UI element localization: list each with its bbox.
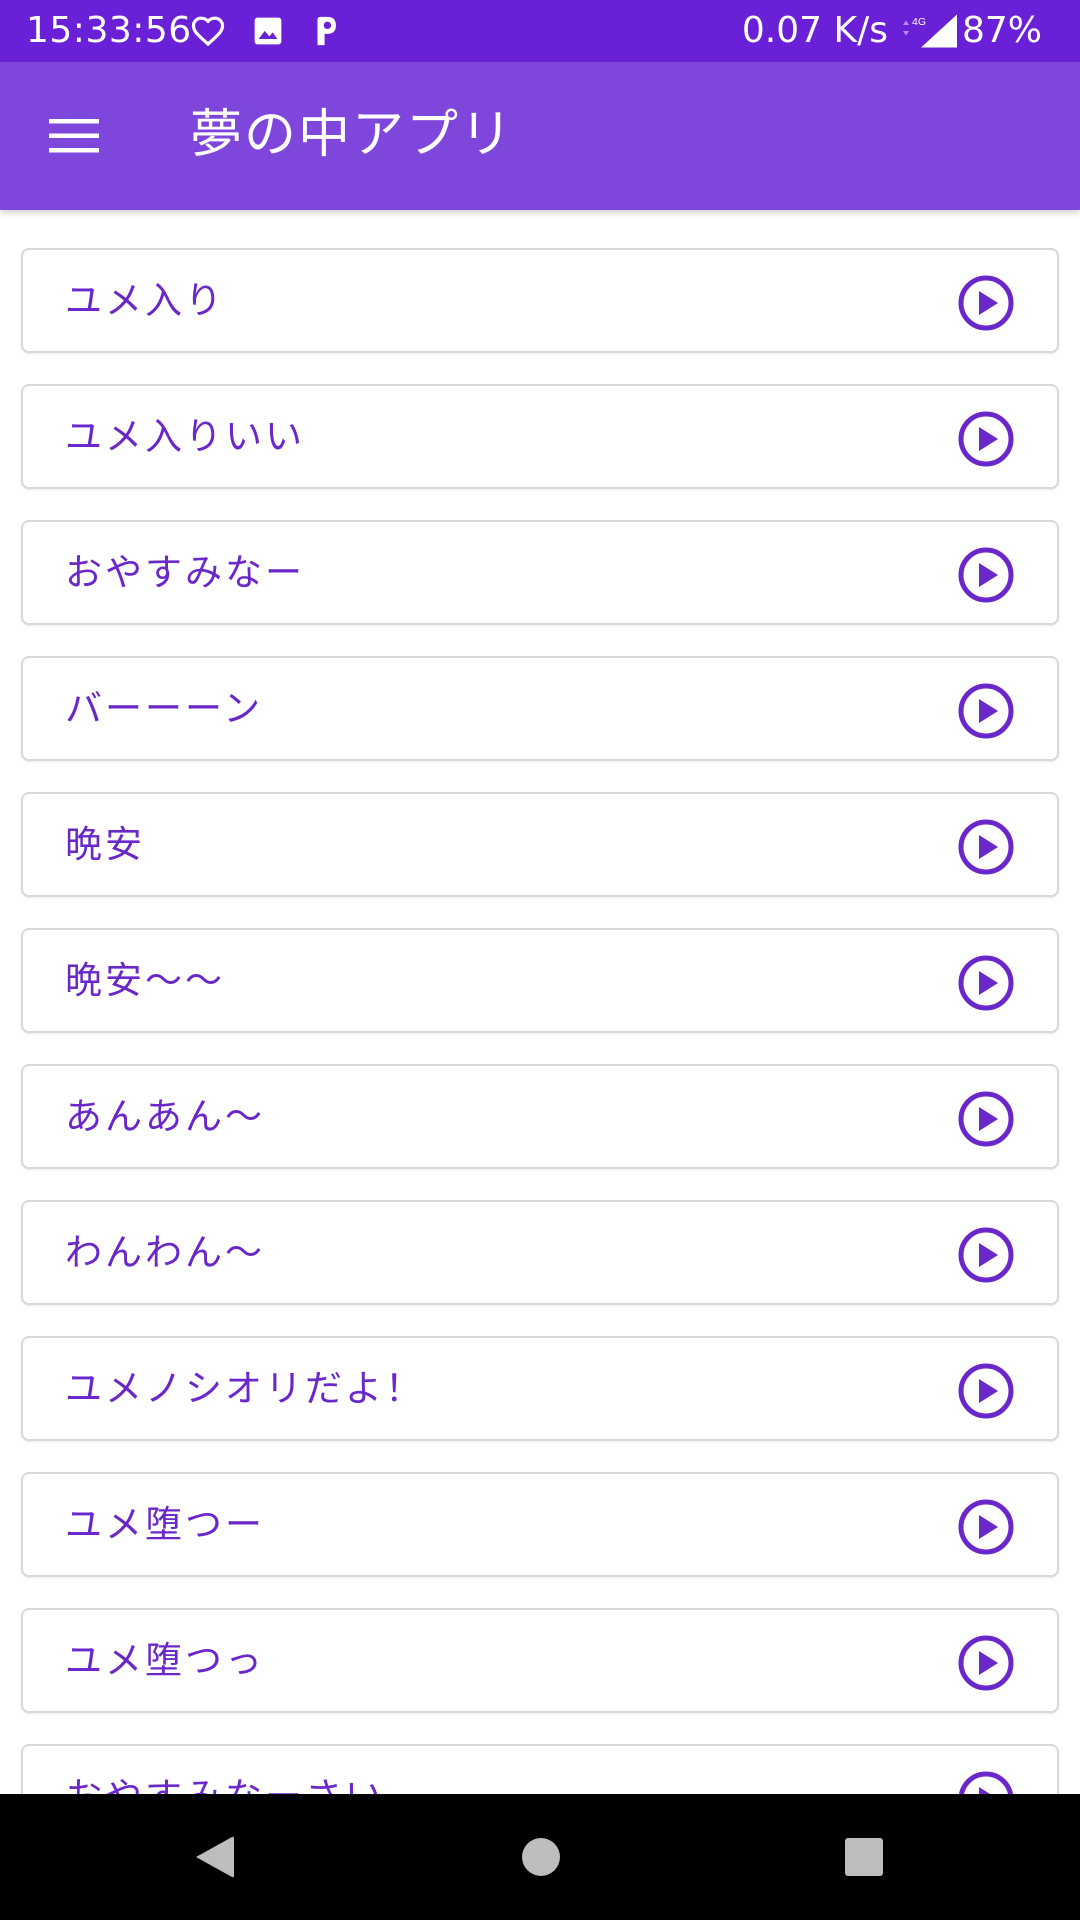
sound-list-item[interactable]: ユメ入りいい (21, 384, 1059, 489)
hamburger-menu-icon (49, 119, 99, 153)
sound-list-item[interactable]: おやすみなー (21, 520, 1059, 625)
play-button[interactable] (957, 1498, 1015, 1556)
menu-button[interactable] (34, 106, 114, 166)
recents-button[interactable] (836, 1829, 892, 1885)
heart-icon (190, 14, 226, 48)
sound-label: バーーーン (65, 687, 264, 730)
play-circle-icon (958, 1091, 1014, 1147)
sound-list-item[interactable]: ユメ入り (21, 248, 1059, 353)
sound-label: ユメノシオリだよ！ (65, 1367, 425, 1410)
play-button[interactable] (957, 1362, 1015, 1420)
play-circle-icon (958, 411, 1014, 467)
play-button[interactable] (957, 1634, 1015, 1692)
play-button[interactable] (957, 682, 1015, 740)
play-circle-icon (958, 1227, 1014, 1283)
sound-label: 晩安 (65, 823, 145, 866)
sound-label: おやすみなーさい (65, 1772, 385, 1794)
sound-list-item[interactable]: ユメ堕つー (21, 1472, 1059, 1577)
play-circle-icon (958, 1771, 1014, 1794)
home-circle-icon (522, 1838, 560, 1876)
sound-label: あんあん～ (65, 1095, 265, 1138)
play-button[interactable] (957, 954, 1015, 1012)
play-button[interactable] (957, 274, 1015, 332)
app-bar: 夢の中アプリ (0, 62, 1080, 210)
sound-list-item[interactable]: 晩安～～ (21, 928, 1059, 1033)
play-circle-icon (958, 1635, 1014, 1691)
play-button[interactable] (957, 1770, 1015, 1794)
play-button[interactable] (957, 818, 1015, 876)
play-circle-icon (958, 547, 1014, 603)
sound-label: ユメ入り (65, 279, 225, 322)
play-button[interactable] (957, 1226, 1015, 1284)
status-time: 15:33:56 (26, 10, 192, 51)
sound-list[interactable]: ユメ入りユメ入りいい おやすみなー バーーーン晩安晩安～～ あんあん～ わんわん～ ユメノ… (0, 210, 1080, 1794)
signal-icon: 4G (900, 14, 960, 48)
navigation-bar (0, 1794, 1080, 1920)
sound-list-item[interactable]: バーーーン (21, 656, 1059, 761)
back-button[interactable] (186, 1829, 242, 1885)
p-app-icon (308, 14, 344, 48)
play-circle-icon (958, 955, 1014, 1011)
sound-label: ユメ入りいい (65, 415, 305, 458)
sound-list-item[interactable]: 晩安 (21, 792, 1059, 897)
play-circle-icon (958, 275, 1014, 331)
sound-list-item[interactable]: あんあん～ (21, 1064, 1059, 1169)
image-icon (250, 14, 286, 48)
play-circle-icon (958, 1363, 1014, 1419)
play-circle-icon (958, 1499, 1014, 1555)
back-triangle-icon (196, 1836, 234, 1878)
screen: 15:33:56 0.07 K/s 4G 87% 夢の中アプリ ユメ入り ユメ入… (0, 0, 1080, 1920)
sound-list-item[interactable]: わんわん～ (21, 1200, 1059, 1305)
battery-level: 87% (961, 10, 1042, 51)
play-circle-icon (958, 683, 1014, 739)
play-circle-icon (958, 819, 1014, 875)
sound-label: 晩安～～ (65, 959, 225, 1002)
sound-label: ユメ堕つっ (65, 1639, 265, 1682)
play-button[interactable] (957, 1090, 1015, 1148)
recents-square-icon (845, 1838, 883, 1876)
sound-label: ユメ堕つー (65, 1503, 265, 1546)
sound-label: おやすみなー (65, 551, 305, 594)
sound-list-item[interactable]: おやすみなーさい (21, 1744, 1059, 1794)
sound-label: わんわん～ (65, 1231, 265, 1274)
sound-list-item[interactable]: ユメノシオリだよ！ (21, 1336, 1059, 1441)
play-button[interactable] (957, 546, 1015, 604)
play-button[interactable] (957, 410, 1015, 468)
home-button[interactable] (513, 1829, 569, 1885)
sound-list-item[interactable]: ユメ堕つっ (21, 1608, 1059, 1713)
network-speed: 0.07 K/s (741, 10, 888, 51)
status-bar: 15:33:56 0.07 K/s 4G 87% (0, 0, 1080, 62)
network-type: 4G (912, 16, 926, 28)
app-title: 夢の中アプリ (190, 105, 515, 165)
